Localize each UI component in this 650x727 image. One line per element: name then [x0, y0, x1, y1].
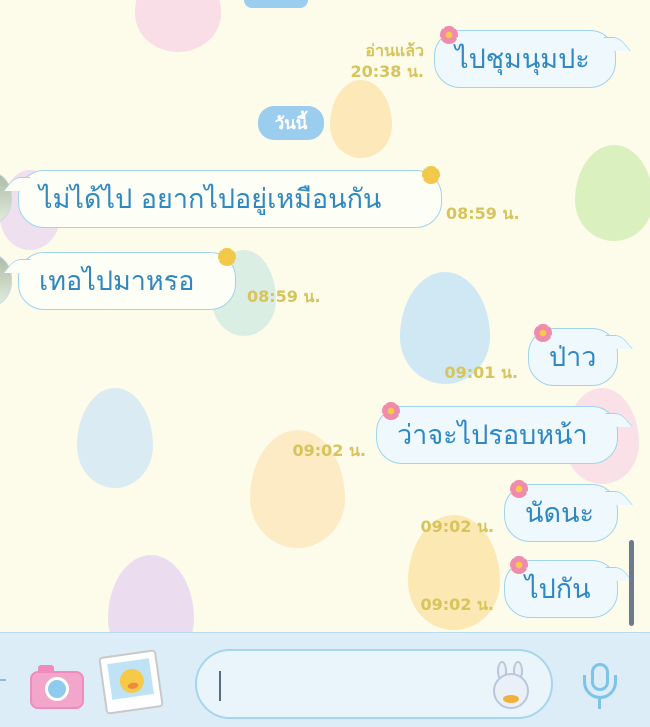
message-time: 09:02 น.: [292, 441, 366, 460]
read-receipt: อ่านแล้ว: [365, 41, 424, 60]
message-bubble-sent[interactable]: ไปชุมนุมปะ: [434, 30, 631, 88]
sender-avatar[interactable]: [0, 252, 12, 308]
message-text: เทอไปมาหรอ: [39, 265, 195, 297]
voice-message-button[interactable]: [578, 663, 622, 709]
date-divider: วันนี้: [258, 106, 324, 140]
message-text: ไปกัน: [525, 573, 591, 605]
message-time: 09:02 น.: [420, 595, 494, 614]
flower-icon: [510, 556, 528, 574]
gallery-icon: [107, 658, 154, 700]
message-text: ไม่ได้ไป อยากไปอยู่เหมือนกัน: [39, 183, 382, 215]
date-pill-top-partial: [244, 0, 308, 8]
collapse-handle[interactable]: [0, 679, 6, 681]
message-text: ไปชุมนุมปะ: [455, 43, 590, 75]
message-input[interactable]: [195, 649, 553, 719]
message-bubble-sent[interactable]: ว่าจะไปรอบหน้า: [376, 406, 633, 464]
message-bubble-received[interactable]: ไม่ได้ไป อยากไปอยู่เหมือนกัน: [3, 170, 442, 228]
emoji-sticker-button[interactable]: [489, 661, 533, 711]
sender-avatar[interactable]: [0, 170, 12, 226]
message-text: ว่าจะไปรอบหน้า: [397, 419, 588, 451]
message-time: 09:02 น.: [420, 517, 494, 536]
gallery-button[interactable]: [98, 649, 164, 715]
flower-icon: [510, 480, 528, 498]
flower-icon: [440, 26, 458, 44]
message-time: 08:59 น.: [446, 204, 520, 223]
message-meta: อ่านแล้ว 20:38 น.: [346, 40, 424, 82]
bubble-tail: [603, 37, 631, 51]
message-bubble-received[interactable]: เทอไปมาหรอ: [3, 252, 236, 310]
message-text: นัดนะ: [525, 497, 594, 529]
message-time: 09:01 น.: [444, 363, 518, 382]
message-text: ป่าว: [549, 341, 597, 373]
message-input-bar: [0, 632, 650, 727]
bubble-tail: [605, 413, 633, 427]
bubble-tail: [605, 335, 633, 349]
flower-icon: [218, 248, 236, 266]
bubble-tail: [3, 177, 31, 191]
flower-icon: [534, 324, 552, 342]
message-time: 08:59 น.: [247, 287, 321, 306]
text-caret: [219, 671, 221, 701]
chat-scrollbar[interactable]: [629, 540, 634, 626]
camera-button[interactable]: [30, 665, 84, 709]
bubble-tail: [605, 491, 633, 505]
flower-icon: [382, 402, 400, 420]
bubble-tail: [3, 259, 31, 273]
chat-thread[interactable]: อ่านแล้ว 20:38 น. ไปชุมนุมปะ วันนี้ ไม่ไ…: [0, 0, 650, 632]
flower-icon: [422, 166, 440, 184]
message-time: 20:38 น.: [350, 62, 424, 81]
